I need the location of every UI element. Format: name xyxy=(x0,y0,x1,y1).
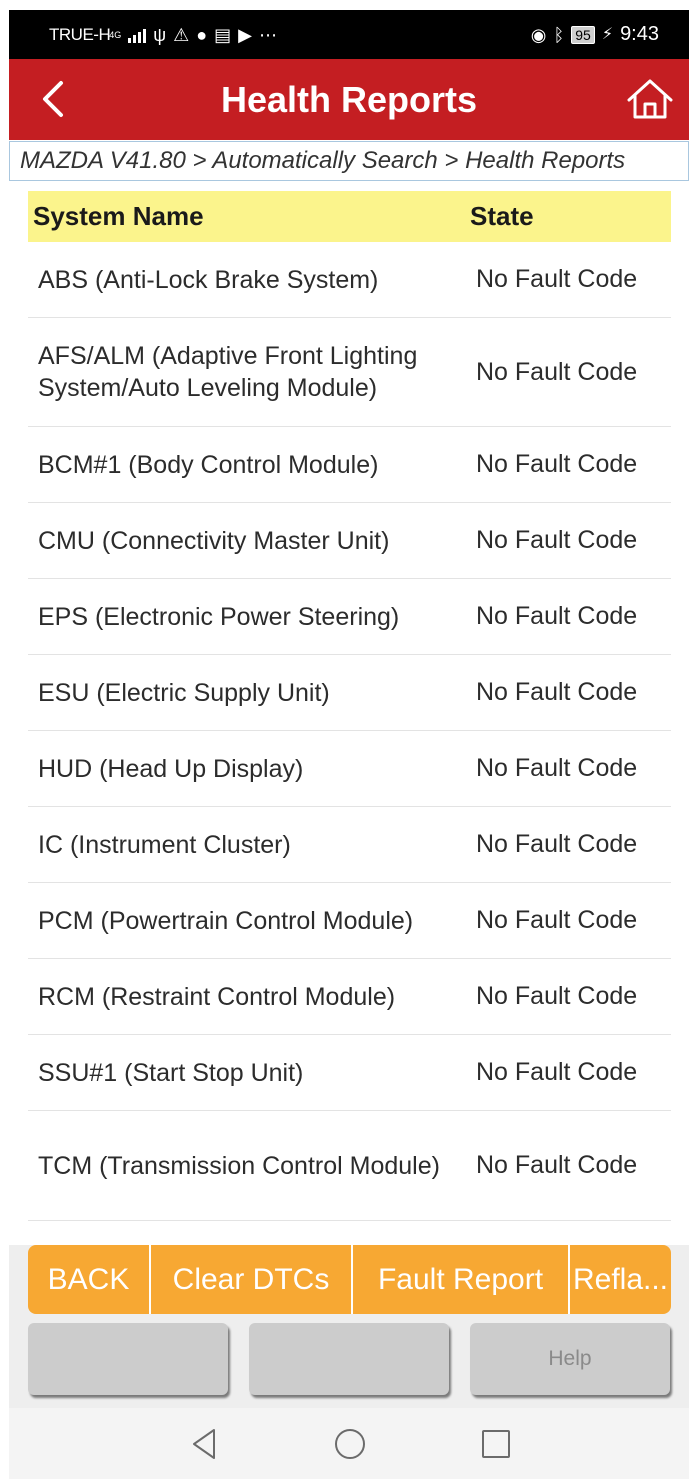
state-cell: No Fault Code xyxy=(476,450,638,478)
line-app-icon: ● xyxy=(196,24,208,45)
page-title: Health Reports xyxy=(220,79,478,120)
home-button[interactable] xyxy=(623,73,677,125)
table-row[interactable]: SSU#1 (Start Stop Unit) No Fault Code xyxy=(28,1035,671,1111)
system-name-cell: EPS (Electronic Power Steering) xyxy=(38,602,400,631)
state-cell: No Fault Code xyxy=(476,830,638,858)
system-name-cell: TCM (Transmission Control Module) xyxy=(38,1151,440,1180)
primary-action-buttons: BACK Clear DTCs Fault Report Refla... xyxy=(28,1245,671,1314)
system-name-cell: RCM (Restraint Control Module) xyxy=(38,982,396,1011)
state-cell: No Fault Code xyxy=(476,1151,638,1179)
column-header-system-name: System Name xyxy=(33,201,204,231)
system-name-cell: ESU (Electric Supply Unit) xyxy=(38,678,330,707)
table-row[interactable]: AFS/ALM (Adaptive Front Lighting System/… xyxy=(28,318,671,427)
breadcrumb: MAZDA V41.80 > Automatically Search > He… xyxy=(9,141,689,181)
system-name-cell: IC (Instrument Cluster) xyxy=(38,830,291,859)
state-cell: No Fault Code xyxy=(476,265,638,293)
state-cell: No Fault Code xyxy=(476,1058,638,1086)
eye-comfort-icon: ◉ xyxy=(530,24,547,45)
back-button[interactable]: BACK xyxy=(28,1245,149,1314)
table-row[interactable]: CMU (Connectivity Master Unit) No Fault … xyxy=(28,503,671,579)
column-header-state: State xyxy=(470,201,534,231)
state-cell: No Fault Code xyxy=(476,526,638,554)
signal-icon xyxy=(128,27,147,43)
system-name-cell: PCM (Powertrain Control Module) xyxy=(38,906,414,935)
more-notifications-icon: ⋯ xyxy=(258,24,277,45)
back-triangle-icon xyxy=(193,1429,215,1459)
nav-recents-button[interactable] xyxy=(477,1426,513,1462)
health-report-table: System Name State ABS (Anti-Lock Brake S… xyxy=(28,191,671,1221)
system-name-cell: SSU#1 (Start Stop Unit) xyxy=(38,1058,304,1087)
empty-button-1[interactable] xyxy=(28,1323,228,1395)
youtube-icon: ▶ xyxy=(238,24,252,45)
system-nav-bar xyxy=(9,1408,689,1479)
status-left: TRUE-H 4G ψ ⚠ ● ▤ ▶ ⋯ xyxy=(49,10,277,59)
battery-indicator: 95 xyxy=(571,25,595,44)
recents-square-icon xyxy=(482,1430,510,1458)
table-row[interactable]: RCM (Restraint Control Module) No Fault … xyxy=(28,959,671,1035)
news-icon: ▤ xyxy=(214,24,232,45)
state-cell: No Fault Code xyxy=(476,602,638,630)
usb-icon: ψ xyxy=(153,24,167,45)
reflash-button[interactable]: Refla... xyxy=(568,1245,671,1314)
nav-home-button[interactable] xyxy=(332,1426,368,1462)
empty-button-2[interactable] xyxy=(249,1323,449,1395)
table-row[interactable]: PCM (Powertrain Control Module) No Fault… xyxy=(28,883,671,959)
table-row[interactable]: BCM#1 (Body Control Module) No Fault Cod… xyxy=(28,427,671,503)
app-screen: TRUE-H 4G ψ ⚠ ● ▤ ▶ ⋯ ◉ ᛒ 95 ⚡ 9:43 Heal… xyxy=(9,10,689,1479)
system-name-cell: AFS/ALM (Adaptive Front Lighting System/… xyxy=(38,342,418,402)
status-right: ◉ ᛒ 95 ⚡ 9:43 xyxy=(531,10,659,59)
state-cell: No Fault Code xyxy=(476,357,638,386)
table-header: System Name State xyxy=(28,191,671,242)
nav-back-button[interactable] xyxy=(186,1426,222,1462)
warning-icon: ⚠ xyxy=(173,24,190,45)
clear-dtcs-button[interactable]: Clear DTCs xyxy=(149,1245,351,1314)
network-type: 4G xyxy=(109,29,122,40)
bluetooth-icon: ᛒ xyxy=(553,24,565,45)
status-bar: TRUE-H 4G ψ ⚠ ● ▤ ▶ ⋯ ◉ ᛒ 95 ⚡ 9:43 xyxy=(9,10,689,59)
system-name-cell: CMU (Connectivity Master Unit) xyxy=(38,526,390,555)
state-cell: No Fault Code xyxy=(476,678,638,706)
system-name-cell: HUD (Head Up Display) xyxy=(38,754,304,783)
system-name-cell: ABS (Anti-Lock Brake System) xyxy=(38,265,379,294)
system-name-cell: BCM#1 (Body Control Module) xyxy=(38,450,379,479)
table-row[interactable]: HUD (Head Up Display) No Fault Code xyxy=(28,731,671,807)
state-cell: No Fault Code xyxy=(476,906,638,934)
help-button[interactable]: Help xyxy=(470,1323,670,1395)
table-row[interactable]: TCM (Transmission Control Module) No Fau… xyxy=(28,1111,671,1221)
state-cell: No Fault Code xyxy=(476,982,638,1010)
home-icon xyxy=(627,79,673,119)
table-row[interactable]: EPS (Electronic Power Steering) No Fault… xyxy=(28,579,671,655)
charging-icon: ⚡ xyxy=(601,25,614,43)
home-circle-icon xyxy=(335,1429,365,1459)
table-row[interactable]: IC (Instrument Cluster) No Fault Code xyxy=(28,807,671,883)
fault-report-button[interactable]: Fault Report xyxy=(351,1245,568,1314)
table-row[interactable]: ABS (Anti-Lock Brake System) No Fault Co… xyxy=(28,242,671,318)
table-row[interactable]: ESU (Electric Supply Unit) No Fault Code xyxy=(28,655,671,731)
title-bar: Health Reports xyxy=(9,59,689,140)
clock: 9:43 xyxy=(620,23,659,45)
action-bar: BACK Clear DTCs Fault Report Refla... He… xyxy=(9,1245,689,1408)
state-cell: No Fault Code xyxy=(476,754,638,782)
carrier-label: TRUE-H xyxy=(49,24,111,44)
